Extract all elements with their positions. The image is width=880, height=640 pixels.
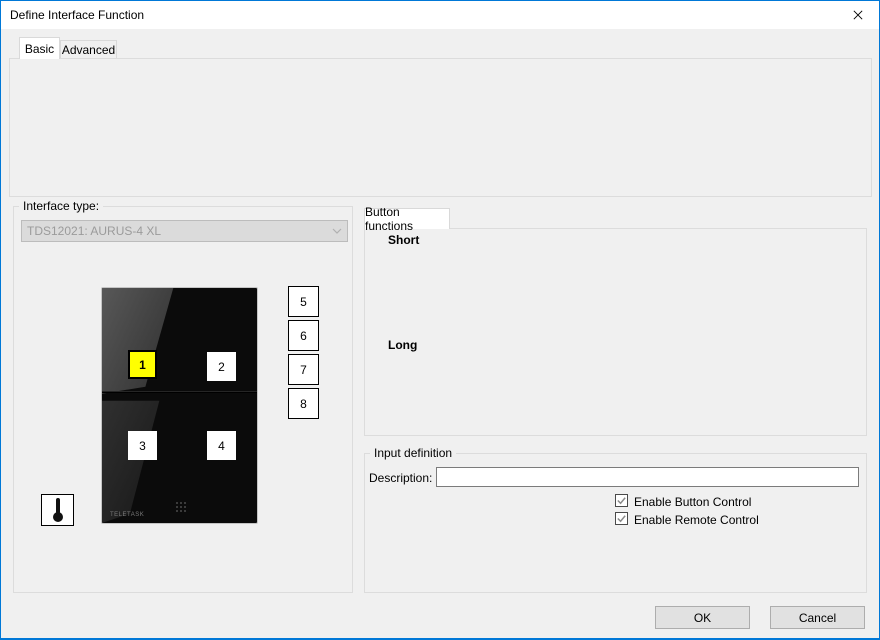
device-button-label: 5 (300, 294, 307, 309)
tab-basic[interactable]: Basic (19, 37, 60, 59)
window-title: Define Interface Function (10, 8, 145, 22)
close-button[interactable] (847, 5, 869, 25)
interface-type-group-label: Interface type: (19, 200, 104, 212)
enable-button-control-label: Enable Button Control (634, 495, 752, 509)
device-button-6[interactable]: 6 (288, 320, 319, 351)
device-button-5[interactable]: 5 (288, 286, 319, 317)
define-interface-function-dialog: Define Interface Function Basic Advanced… (0, 0, 880, 640)
enable-remote-control-checkbox[interactable] (615, 512, 628, 525)
interface-type-select[interactable]: TDS12021: AURUS-4 XL (21, 220, 348, 242)
basic-tab-panel (9, 58, 872, 197)
enable-remote-control-label: Enable Remote Control (634, 513, 759, 527)
device-button-label: 2 (218, 359, 225, 374)
device-button-8[interactable]: 8 (288, 388, 319, 419)
tab-advanced-label: Advanced (61, 43, 116, 57)
teletask-logo: TELETASK (110, 512, 145, 518)
ok-button[interactable]: OK (655, 606, 750, 629)
tab-basic-label: Basic (24, 41, 55, 56)
description-label: Description: (369, 471, 433, 485)
ir-sensor-grid (175, 501, 188, 514)
tab-advanced[interactable]: Advanced (60, 40, 117, 59)
interface-type-value: TDS12021: AURUS-4 XL (27, 224, 162, 238)
checkmark-icon (617, 515, 626, 523)
close-icon (853, 10, 863, 20)
title-bar: Define Interface Function (1, 1, 879, 29)
device-button-7[interactable]: 7 (288, 354, 319, 385)
long-group-label: Long (384, 339, 422, 351)
device-button-2[interactable]: 2 (207, 352, 236, 381)
device-button-1[interactable]: 1 (128, 350, 157, 379)
chevron-down-icon (332, 228, 342, 234)
device-button-label: 1 (139, 357, 146, 372)
short-group-label: Short (384, 234, 424, 246)
device-button-label: 3 (139, 438, 146, 453)
device-button-label: 7 (300, 362, 307, 377)
device-button-label: 6 (300, 328, 307, 343)
device-button-3[interactable]: 3 (128, 431, 157, 460)
enable-button-control-checkbox[interactable] (615, 494, 628, 507)
checkmark-icon (617, 497, 626, 505)
tab-button-functions[interactable]: Button functions (364, 205, 450, 233)
device-preview: 1 2 3 4 TELETASK (101, 287, 258, 524)
device-button-label: 4 (218, 438, 225, 453)
thermometer-icon (52, 498, 63, 522)
tab-button-functions-label: Button functions (365, 205, 414, 233)
device-button-4[interactable]: 4 (207, 431, 236, 460)
cancel-button[interactable]: Cancel (770, 606, 865, 629)
description-input[interactable] (436, 467, 859, 487)
device-seam (102, 391, 257, 394)
thermometer-button[interactable] (41, 494, 74, 526)
button-functions-panel (364, 228, 867, 436)
device-button-label: 8 (300, 396, 307, 411)
input-definition-group-label: Input definition (370, 447, 457, 459)
